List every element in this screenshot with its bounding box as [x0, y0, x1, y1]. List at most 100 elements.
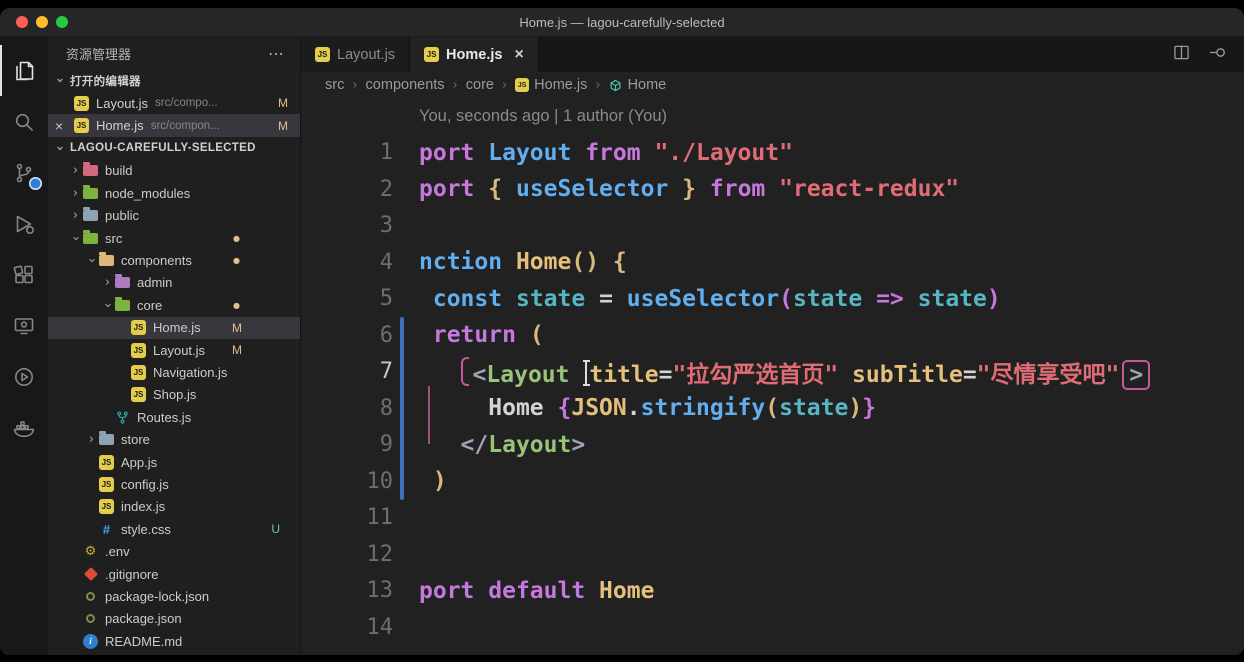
line-number: 2	[379, 176, 393, 202]
breadcrumb-item-components[interactable]: components	[366, 77, 445, 93]
tree-item-label: App.js	[121, 454, 158, 470]
breadcrumb-item-core[interactable]: core	[466, 77, 494, 93]
file-Home.js[interactable]: JS Home.js M	[48, 316, 300, 339]
breadcrumb-label: core	[465, 77, 494, 93]
modified-dot: ●	[233, 256, 240, 266]
json-file-icon	[83, 589, 98, 604]
code-line-5[interactable]: 5 const state = useSelector(state => sta…	[301, 281, 1244, 318]
tree-item-label: .env	[105, 544, 130, 560]
tab-Layout.js[interactable]: JS Layout.js	[301, 37, 411, 72]
pending-changes-badge	[29, 177, 42, 190]
line-content: )	[432, 468, 447, 495]
more-actions-icon[interactable]: ⋯	[268, 44, 284, 63]
close-icon[interactable]: ×	[514, 46, 523, 64]
code-line-10[interactable]: 10 )	[301, 463, 1244, 500]
open-editor-Layout.js[interactable]: JS Layout.js src/compo... M	[48, 92, 300, 114]
code-line-14[interactable]: 14	[301, 609, 1244, 646]
live-share-icon[interactable]	[0, 351, 48, 402]
file-style.css[interactable]: # style.css U	[48, 518, 300, 540]
tree-item-label: index.js	[121, 499, 166, 515]
line-content: return (	[432, 322, 544, 349]
code-line-9[interactable]: 9 </Layout>	[301, 427, 1244, 464]
code-line-13[interactable]: 13 port default Home	[301, 573, 1244, 610]
open-editor-Home.js[interactable]: × JS Home.js src/compon... M	[48, 114, 300, 137]
js-file-icon: JS	[131, 364, 146, 380]
line-number: 6	[379, 322, 393, 348]
chevron-icon: ›	[72, 185, 79, 201]
docker-icon[interactable]	[0, 402, 48, 453]
workspace-label: LAGOU-CAREFULLY-SELECTED	[70, 142, 256, 155]
toggle-layout-icon[interactable]	[1207, 42, 1228, 68]
close-icon[interactable]: ×	[55, 118, 63, 134]
zoom-window-button[interactable]	[56, 16, 68, 28]
file-package.json[interactable]: package.json	[48, 608, 300, 630]
explorer-icon[interactable]	[0, 45, 48, 96]
code-line-3[interactable]: 3	[301, 208, 1244, 245]
file-Shop.js[interactable]: JS Shop.js	[48, 384, 300, 406]
run-debug-icon[interactable]	[0, 198, 48, 249]
minimize-window-button[interactable]	[36, 16, 48, 28]
file-package-lock.json[interactable]: package-lock.json	[48, 585, 300, 607]
file-Navigation.js[interactable]: JS Navigation.js	[48, 361, 300, 383]
tab-Home.js[interactable]: JS Home.js ×	[410, 37, 539, 72]
breadcrumb-label: Home.js	[534, 77, 588, 93]
folder-icon	[99, 252, 114, 267]
tree-item-label: style.css	[121, 521, 171, 537]
code-lens[interactable]: You, seconds ago | 1 author (You)	[301, 98, 1244, 135]
breadcrumb-item-Home[interactable]: Home	[609, 77, 666, 93]
folder-admin[interactable]: › admin	[48, 272, 300, 294]
breadcrumb-item-Home.js[interactable]: JS Home.js	[515, 77, 587, 93]
code-line-11[interactable]: 11	[301, 500, 1244, 537]
file-config.js[interactable]: JS config.js	[48, 473, 300, 495]
code-area[interactable]: You, seconds ago | 1 author (You) 1 port …	[301, 98, 1244, 655]
folder-core[interactable]: › core ●	[48, 294, 300, 316]
js-file-icon: JS	[515, 78, 530, 92]
file-.env[interactable]: ⚙ .env	[48, 540, 300, 562]
remote-explorer-icon[interactable]	[0, 300, 48, 351]
tree-item-label: .gitignore	[105, 566, 159, 582]
code-line-12[interactable]: 12	[301, 536, 1244, 573]
tab-label: Layout.js	[337, 46, 396, 63]
code-line-4[interactable]: 4 nction Home() {	[301, 244, 1244, 281]
code-line-2[interactable]: 2 port { useSelector } from "react-redux"	[301, 171, 1244, 208]
open-editors-header[interactable]: › 打开的编辑器	[48, 69, 300, 92]
file-Routes.js[interactable]: Routes.js	[48, 406, 300, 428]
split-editor-icon[interactable]	[1171, 42, 1192, 68]
source-control-icon[interactable]	[0, 147, 48, 198]
folder-components[interactable]: › components ●	[48, 249, 300, 271]
folder-public[interactable]: › public	[48, 205, 300, 227]
chevron-icon: ›	[72, 163, 79, 179]
file-index.js[interactable]: JS index.js	[48, 496, 300, 518]
folder-icon	[115, 274, 130, 289]
folder-icon	[115, 296, 130, 311]
breadcrumb-item-src[interactable]: src	[325, 77, 344, 93]
folder-node_modules[interactable]: › node_modules	[48, 182, 300, 204]
file-Layout.js[interactable]: JS Layout.js M	[48, 339, 300, 361]
file-.gitignore[interactable]: .gitignore	[48, 563, 300, 585]
folder-src[interactable]: › src ●	[48, 227, 300, 249]
tree-item-label: Routes.js	[137, 409, 192, 425]
extensions-icon[interactable]	[0, 249, 48, 300]
line-number: 11	[366, 505, 394, 531]
code-line-1[interactable]: 1 port Layout from "./Layout"	[301, 135, 1244, 172]
breadcrumb-separator-icon: ›	[501, 77, 508, 93]
sidebar: 资源管理器 ⋯ › 打开的编辑器 JS Layout.js src/compo...…	[48, 37, 301, 655]
folder-store[interactable]: › store	[48, 428, 300, 450]
js-file-icon: JS	[131, 387, 146, 403]
file-path: src/compon...	[150, 119, 220, 132]
folder-build[interactable]: › build	[48, 160, 300, 182]
file-App.js[interactable]: JS App.js	[48, 451, 300, 473]
git-status-badge: M	[232, 320, 242, 335]
code-line-6[interactable]: 6 return (	[301, 317, 1244, 354]
close-window-button[interactable]	[16, 16, 28, 28]
tree-item-label: README.md	[105, 633, 183, 649]
workspace-header[interactable]: › LAGOU-CAREFULLY-SELECTED	[48, 137, 300, 160]
code-line-7[interactable]: 7 <Layout title="拉勾严选首页" subTitle="尽情享受吧…	[301, 354, 1244, 391]
code-line-8[interactable]: 8 Home {JSON.stringify(state)}	[301, 390, 1244, 427]
tree-item-label: Home.js	[153, 320, 201, 336]
file-README.md[interactable]: i README.md	[48, 630, 300, 652]
tree-item-label: package-lock.json	[105, 588, 210, 604]
tab-label: Home.js	[446, 46, 503, 63]
breadcrumb-label: src	[325, 77, 345, 93]
search-icon[interactable]	[0, 96, 48, 147]
